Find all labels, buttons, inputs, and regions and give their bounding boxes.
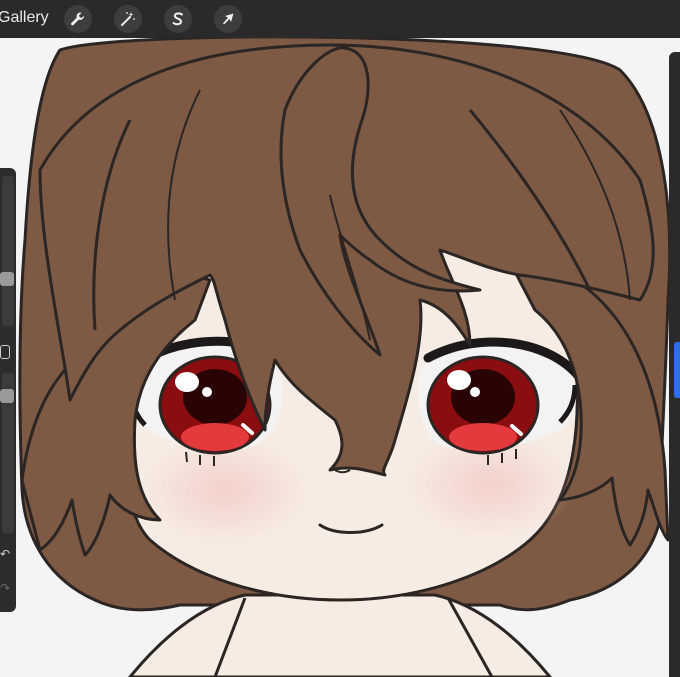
right-panel-edge [669,52,680,677]
magic-wand-icon [121,12,135,26]
active-layer-indicator[interactable] [674,342,680,398]
adjustments-button[interactable] [114,5,142,33]
selection-s-icon [172,12,183,26]
wrench-icon [71,12,85,26]
left-sidebar: ↶ ↷ [0,168,16,612]
brush-size-knob[interactable] [0,272,14,286]
gallery-button[interactable]: Gallery [0,9,49,27]
undo-icon[interactable]: ↶ [0,548,10,560]
opacity-slider[interactable] [0,373,14,533]
arrow-cursor-icon [223,13,234,25]
character-artwork [0,38,680,677]
redo-icon[interactable]: ↷ [0,582,10,594]
top-toolbar: Gallery [0,0,680,38]
transform-button[interactable] [214,5,242,33]
brush-size-slider[interactable] [0,176,14,326]
modify-button[interactable] [0,345,10,359]
opacity-knob[interactable] [0,389,14,403]
actions-button[interactable] [64,5,92,33]
selection-button[interactable] [164,5,192,33]
drawing-canvas[interactable] [0,38,680,677]
